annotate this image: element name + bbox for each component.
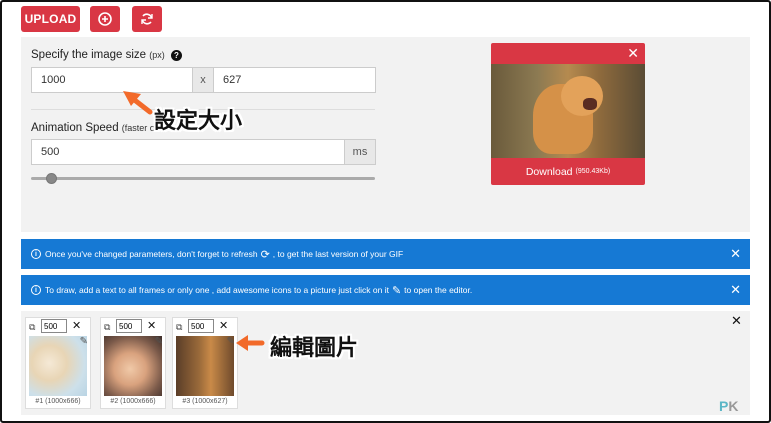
gif-preview-image[interactable] (491, 64, 645, 158)
frame-thumbnail[interactable] (104, 336, 162, 396)
image-size-label: Specify the image size (px) ? (31, 49, 182, 61)
height-input[interactable]: 627 (213, 67, 376, 93)
pencil-icon[interactable]: ✎ (80, 336, 88, 347)
duplicate-icon[interactable]: ⧉ (176, 322, 182, 333)
speed-slider-thumb[interactable] (46, 173, 57, 184)
width-input[interactable]: 1000 (31, 67, 193, 93)
delete-frame-icon[interactable]: ✕ (219, 319, 228, 332)
frame-caption: #3 (1000x627) (182, 398, 228, 405)
duplicate-icon[interactable]: ⧉ (29, 322, 35, 333)
info-icon: i (31, 285, 41, 295)
size-annotation: 設定大小 (154, 108, 243, 133)
frame-thumbnail[interactable] (29, 336, 87, 396)
animation-speed-label: Animation Speed (faster or (31, 122, 158, 134)
duplicate-icon[interactable]: ⧉ (104, 322, 110, 333)
frame-card: ⧉ 500 ✕ ✎ #1 (1000x666) (25, 317, 91, 409)
close-icon[interactable]: ✕ (627, 45, 639, 62)
download-size: (950.43Kb) (575, 168, 611, 175)
notice-text: , to get the last version of your GIF (272, 249, 404, 259)
close-icon[interactable]: ✕ (730, 282, 741, 298)
delete-frame-icon[interactable]: ✕ (72, 319, 81, 332)
add-frame-button[interactable] (90, 6, 120, 32)
frame-delay-input[interactable]: 500 (41, 319, 67, 333)
frame-caption: #1 (1000x666) (35, 398, 81, 405)
size-separator: x (192, 67, 214, 93)
refresh-icon (141, 13, 153, 25)
upload-button[interactable]: UPLOAD (21, 6, 80, 32)
notice-text: to open the editor. (404, 285, 473, 295)
speed-input[interactable]: 500 (31, 139, 345, 165)
refresh-icon: ⟳ (260, 248, 270, 261)
refresh-button[interactable] (132, 6, 162, 32)
speed-slider-track[interactable] (31, 177, 375, 180)
notice-text: To draw, add a text to all frames or onl… (45, 285, 389, 295)
help-icon[interactable]: ? (170, 50, 182, 61)
pencil-icon[interactable]: ✎ (155, 336, 163, 347)
pencil-icon[interactable]: ✎ (227, 336, 235, 347)
speed-unit: ms (344, 139, 376, 165)
frame-card: ⧉ 500 ✕ ✎ #2 (1000x666) (100, 317, 166, 409)
frame-card: ⧉ 500 ✕ ✎ #3 (1000x627) (172, 317, 238, 409)
info-icon: i (31, 249, 41, 259)
frame-caption: #2 (1000x666) (110, 398, 156, 405)
refresh-notice: i Once you've changed parameters, don't … (21, 239, 750, 269)
pencil-icon: ✎ (391, 284, 402, 297)
watermark-logo: PK (719, 398, 739, 414)
delete-frame-icon[interactable]: ✕ (147, 319, 156, 332)
frame-delay-input[interactable]: 500 (188, 319, 214, 333)
plus-circle-icon (98, 12, 112, 26)
frame-thumbnail[interactable] (176, 336, 234, 396)
gif-preview-card: ✕ Download (950.43Kb) (491, 43, 645, 185)
editor-notice: i To draw, add a text to all frames or o… (21, 275, 750, 305)
close-icon[interactable]: ✕ (731, 313, 742, 329)
download-button[interactable]: Download (950.43Kb) (491, 158, 645, 185)
close-icon[interactable]: ✕ (730, 246, 741, 262)
download-label: Download (525, 165, 573, 178)
edit-annotation: 編輯圖片 (270, 335, 359, 360)
frame-delay-input[interactable]: 500 (116, 319, 142, 333)
notice-text: Once you've changed parameters, don't fo… (45, 249, 258, 259)
